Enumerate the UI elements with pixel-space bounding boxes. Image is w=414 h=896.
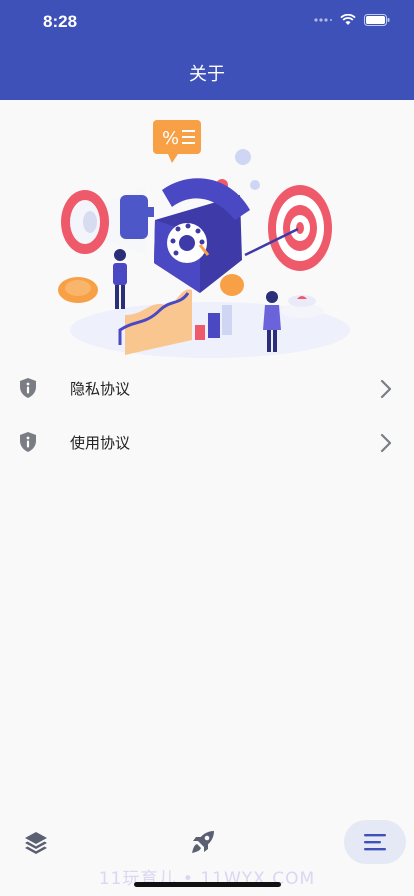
menu-icon: [364, 834, 386, 851]
person-man-icon: [113, 249, 127, 309]
status-icons: [314, 14, 390, 26]
svg-text:%: %: [162, 128, 179, 149]
megaphone-icon: [61, 187, 154, 255]
wifi-icon: [340, 14, 356, 25]
menu-list: 隐私协议 使用协议: [0, 362, 414, 470]
signal-icon: [314, 18, 332, 22]
battery-icon: [364, 14, 390, 26]
app-header: 8:28 关于: [0, 0, 414, 100]
privacy-policy-row[interactable]: 隐私协议: [0, 362, 414, 416]
target-icon: [244, 185, 332, 271]
rocket-icon: [192, 831, 214, 853]
tab-layers[interactable]: [16, 820, 56, 864]
layers-icon: [25, 832, 47, 854]
info-shield-icon: [20, 432, 36, 452]
hero-illustration: %: [58, 120, 350, 358]
terms-of-use-row[interactable]: 使用协议: [0, 416, 414, 470]
terms-of-use-label: 使用协议: [70, 434, 131, 452]
tab-rocket[interactable]: [183, 820, 223, 864]
info-shield-icon: [20, 378, 36, 398]
chevron-right-icon: [380, 379, 392, 399]
privacy-policy-label: 隐私协议: [70, 380, 131, 398]
page-title: 关于: [189, 64, 225, 85]
status-time: 8:28: [43, 12, 78, 31]
percent-bubble-icon: %: [153, 120, 201, 163]
chevron-right-icon: [380, 433, 392, 453]
tab-menu[interactable]: [344, 820, 406, 864]
home-indicator: [134, 882, 281, 887]
